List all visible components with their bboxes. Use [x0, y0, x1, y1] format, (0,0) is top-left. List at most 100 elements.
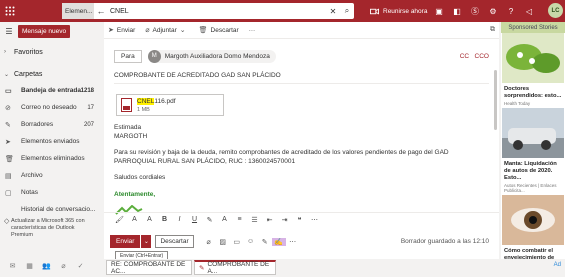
tab-active-draft[interactable]: ✎ COMPROBANTE DE A...: [194, 260, 276, 275]
editor-icon[interactable]: ✍: [271, 237, 286, 246]
upgrade-text: Actualizar a Microsoft 365 con caracterí…: [10, 218, 85, 238]
ad-choices-icon[interactable]: Ad: [554, 262, 561, 268]
discard-toolbar-button[interactable]: 🗑 Descartar: [198, 26, 239, 35]
bullets-icon[interactable]: ≡: [232, 216, 247, 223]
avatar[interactable]: LC: [548, 3, 563, 18]
scrollbar[interactable]: [493, 40, 498, 220]
new-message-button[interactable]: Mensaje nuevo: [18, 24, 71, 38]
people-icon[interactable]: 👥: [38, 262, 55, 270]
increase-indent-icon[interactable]: ⇥: [277, 216, 292, 224]
body-name: MARGOTH: [114, 132, 148, 140]
sidebar-item-drafts[interactable]: ✎ Borradores 207: [0, 116, 100, 133]
app-launcher-icon[interactable]: [0, 0, 20, 22]
send-button[interactable]: Enviar ⌄: [110, 235, 152, 248]
help-icon[interactable]: ?: [502, 7, 520, 16]
font-color-icon[interactable]: A: [217, 216, 232, 223]
pop-out-icon[interactable]: ⧉: [490, 26, 495, 34]
chevron-down-icon: ⌄: [179, 27, 186, 34]
unread-count: 207: [83, 121, 94, 128]
teams-icon[interactable]: ▣: [430, 7, 448, 16]
font-icon[interactable]: A: [127, 216, 142, 223]
send-toolbar-button[interactable]: ➤ Enviar: [108, 26, 135, 35]
folders-section[interactable]: ⌄ Carpetas: [0, 66, 100, 82]
body-paragraph: Para su revisión y baja de la deuda, rem…: [114, 149, 449, 165]
search-highlight: CNEL: [137, 97, 155, 105]
attach-button[interactable]: ⌀ Adjuntar ⌄: [145, 26, 188, 35]
attach-file-icon[interactable]: ▭: [230, 238, 244, 246]
scrollbar-thumb[interactable]: [494, 70, 497, 130]
search-scope-dropdown[interactable]: Elemen... ⌄: [62, 3, 94, 19]
emoji-icon[interactable]: ☺: [244, 238, 258, 246]
favorites-label: Favoritos: [14, 48, 43, 56]
office-icon[interactable]: ◧: [448, 7, 466, 16]
paperclip-icon[interactable]: ⌀: [55, 262, 72, 270]
skype-icon[interactable]: Ⓢ: [466, 6, 484, 17]
compose-pane: ➤ Enviar ⌀ Adjuntar ⌄ 🗑 Descartar ··· ⧉ …: [104, 22, 499, 261]
italic-icon[interactable]: I: [172, 216, 187, 223]
more-options-button[interactable]: ···: [249, 27, 256, 34]
trash-icon: 🗑: [198, 27, 208, 34]
tab-reply-draft[interactable]: RE: COMPROBANTE DE AC...: [106, 260, 192, 275]
junk-icon: ⊘: [5, 104, 11, 112]
underline-icon[interactable]: U: [187, 216, 202, 223]
sign-icon[interactable]: ✎: [258, 238, 272, 246]
sidebar-item-sent[interactable]: ➤ Elementos enviados: [0, 133, 100, 150]
upgrade-banner[interactable]: ◇ Actualizar a Microsoft 365 con caracte…: [4, 218, 98, 239]
meet-now-label: Reunirse ahora: [383, 7, 428, 15]
search-icon[interactable]: ⌕: [340, 6, 354, 16]
check-icon[interactable]: ✓: [72, 262, 89, 270]
body-signature: Atentamente,: [114, 190, 156, 198]
back-arrow-icon[interactable]: ←: [94, 6, 108, 16]
close-icon[interactable]: ✕: [326, 7, 340, 16]
search-box[interactable]: Elemen... ⌄ ← CNEL ✕ ⌕: [62, 3, 354, 19]
chevron-down-icon[interactable]: ⌄: [140, 235, 151, 248]
bcc-link[interactable]: CCO: [475, 53, 489, 60]
mail-icon[interactable]: ✉: [4, 262, 21, 270]
favorites-section[interactable]: › Favoritos: [0, 44, 100, 60]
inbox-icon: ▭: [5, 87, 12, 95]
image-icon[interactable]: ▨: [216, 238, 230, 246]
highlight-icon[interactable]: ✎: [202, 216, 217, 224]
font-size-icon[interactable]: A: [142, 216, 157, 223]
megaphone-icon[interactable]: ◁: [520, 7, 538, 16]
discard-button[interactable]: Descartar: [155, 235, 194, 248]
more-format-icon[interactable]: ⋯: [307, 216, 322, 224]
quote-icon[interactable]: ❝: [292, 216, 307, 224]
cc-bcc-links: CC CCO: [460, 53, 489, 60]
body-closing: Saludos cordiales: [114, 174, 166, 181]
recipient-chip[interactable]: M Margoth Auxiliadora Domo Mendoza: [147, 49, 276, 63]
ad-image: [502, 33, 564, 83]
subject-field[interactable]: COMPROBANTE DE ACREDITADO GAD SAN PLÁCID…: [114, 72, 489, 84]
top-bar: Elemen... ⌄ ← CNEL ✕ ⌕ Reunirse ahora ▣ …: [0, 0, 565, 22]
ad-item[interactable]: Manta: Liquidación de autos de 2020. Est…: [501, 108, 565, 195]
search-input[interactable]: CNEL: [108, 8, 326, 15]
bold-icon[interactable]: B: [157, 216, 172, 223]
paperclip-icon: ⌀: [145, 27, 150, 34]
decrease-indent-icon[interactable]: ⇤: [262, 216, 277, 224]
more-icon[interactable]: ⋯: [286, 238, 300, 246]
paperclip-icon[interactable]: ⌀: [202, 238, 216, 246]
attachment-card[interactable]: CNEL116.pdf 1 MB: [116, 94, 224, 116]
sidebar-item-junk[interactable]: ⊘ Correo no deseado 17: [0, 99, 100, 116]
body-greeting: Estimada: [114, 124, 142, 131]
folders-label: Carpetas: [14, 70, 43, 78]
sidebar-item-inbox[interactable]: ▭ Bandeja de entrada 1218: [0, 82, 100, 99]
sidebar-item-archive[interactable]: ▤ Archivo: [0, 167, 100, 184]
drafts-icon: ✎: [5, 121, 11, 129]
ad-item[interactable]: Doctores sorprendidos: esto... Health To…: [501, 33, 565, 108]
sidebar-item-notes[interactable]: ▢ Notas: [0, 184, 100, 201]
gear-icon[interactable]: ⚙: [484, 7, 502, 16]
to-button[interactable]: Para: [114, 49, 142, 63]
message-body[interactable]: Estimada MARGOTH Para su revisión y baja…: [114, 124, 489, 219]
cc-link[interactable]: CC: [460, 53, 469, 60]
hamburger-icon[interactable]: ☰: [0, 27, 18, 36]
bottom-bar: ✉ ▦ 👥 ⌀ ✓ RE: COMPROBANTE DE AC... ✎ COM…: [0, 259, 565, 277]
ads-panel: Sponsored Stories Doctores sorprendidos:…: [501, 22, 565, 275]
ad-source: Health Today: [504, 101, 531, 106]
calendar-icon[interactable]: ▦: [21, 262, 38, 270]
format-painter-icon[interactable]: 🖌: [112, 216, 127, 224]
sidebar-item-history[interactable]: Historial de conversacio...: [0, 201, 100, 218]
numbering-icon[interactable]: ☰: [247, 216, 262, 224]
meet-now-button[interactable]: Reunirse ahora: [370, 0, 427, 22]
sidebar-item-deleted[interactable]: 🗑 Elementos eliminados: [0, 150, 100, 167]
